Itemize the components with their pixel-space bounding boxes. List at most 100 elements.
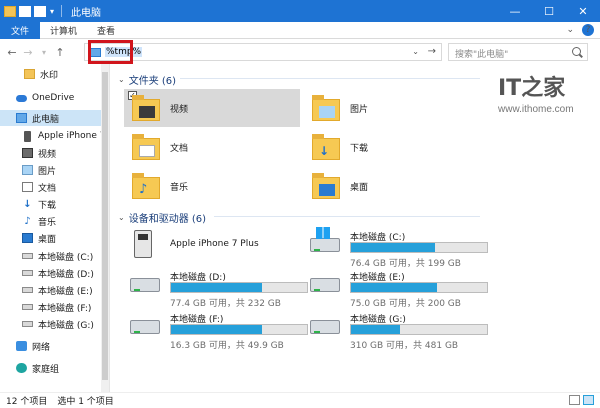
drive-usage-fill [171, 283, 263, 292]
tile-label: 视频 [170, 104, 189, 115]
customize-toolbar-icon[interactable]: ▾ [50, 7, 54, 16]
navigation-pane: 水印 OneDrive 此电脑 Apple iPhone 7 视频 图片 文档 … [0, 64, 110, 392]
file-explorer-window: ▾ 此电脑 — ☐ ✕ 文件 计算机 查看 ⌄ ? ← → ▾ ↑ %tmp% … [0, 0, 600, 408]
drive-icon [130, 278, 160, 292]
drive-c[interactable]: 本地磁盘 (C:) 76.4 GB 可用，共 199 GB [304, 226, 494, 269]
tab-view[interactable]: 查看 [87, 22, 125, 39]
folder-tile-videos[interactable]: ✓ 视频 [124, 89, 300, 127]
ribbon-right-controls: ⌄ ? [566, 24, 594, 36]
go-arrow-icon[interactable]: → [428, 46, 436, 57]
video-folder-icon [132, 95, 162, 121]
nav-item-drive-d[interactable]: 本地磁盘 (D:) [22, 265, 94, 281]
nav-item-documents[interactable]: 文档 [22, 179, 56, 195]
highlight-box [88, 40, 133, 64]
nav-item-this-pc[interactable]: 此电脑 [0, 110, 104, 126]
group-header-label: 文件夹 (6) [128, 76, 177, 87]
devices-group-header[interactable]: ⌄ 设备和驱动器 (6) [118, 210, 206, 225]
nav-item-iphone[interactable]: Apple iPhone 7 [22, 128, 105, 144]
close-button[interactable]: ✕ [566, 0, 600, 22]
nav-item-network[interactable]: 网络 [16, 338, 50, 354]
video-folder-icon [22, 148, 33, 158]
music-folder-icon: ♪ [132, 173, 162, 199]
nav-item-label: OneDrive [32, 93, 75, 103]
drive-icon [310, 320, 340, 334]
maximize-button[interactable]: ☐ [532, 0, 566, 22]
drive-d[interactable]: 本地磁盘 (D:) 77.4 GB 可用，共 232 GB [124, 266, 314, 309]
nav-item-drive-e[interactable]: 本地磁盘 (E:) [22, 282, 93, 298]
drive-e[interactable]: 本地磁盘 (E:) 75.0 GB 可用，共 200 GB [304, 266, 494, 309]
nav-item-desktop[interactable]: 桌面 [22, 230, 56, 246]
device-iphone[interactable]: Apple iPhone 7 Plus [124, 226, 304, 266]
nav-scrollbar-thumb[interactable] [102, 72, 108, 380]
nav-item-pictures[interactable]: 图片 [22, 162, 56, 178]
details-view-icon[interactable] [569, 395, 580, 405]
nav-item-label: 桌面 [38, 234, 57, 245]
recent-locations-icon[interactable]: ▾ [36, 48, 52, 57]
tiles-view-icon[interactable] [583, 395, 594, 405]
folder-tile-music[interactable]: ♪ 音乐 [124, 167, 300, 205]
nav-scrollbar[interactable] [101, 64, 109, 392]
nav-item-downloads[interactable]: ↓ 下载 [22, 196, 56, 212]
nav-item-label: 家庭组 [32, 364, 60, 375]
folder-tile-downloads[interactable]: ↓ 下载 [304, 128, 480, 166]
nav-item-label: 本地磁盘 (E:) [38, 286, 93, 297]
ribbon-tabs: 文件 计算机 查看 ⌄ ? [0, 21, 600, 39]
search-icon[interactable] [572, 47, 581, 56]
nav-item-drive-f[interactable]: 本地磁盘 (F:) [22, 299, 91, 315]
pc-icon [16, 113, 27, 123]
folders-group-header[interactable]: ⌄ 文件夹 (6) [118, 72, 176, 87]
nav-item-label: 图片 [38, 166, 57, 177]
tile-label: 桌面 [350, 182, 369, 193]
nav-item-drive-c[interactable]: 本地磁盘 (C:) [22, 248, 93, 264]
download-folder-icon: ↓ [312, 134, 342, 160]
address-dropdown-icon[interactable]: ⌄ [412, 47, 419, 56]
search-input[interactable]: 搜索"此电脑" [455, 47, 508, 60]
nav-item-label: 此电脑 [32, 114, 60, 125]
forward-arrow-icon[interactable]: → [20, 46, 36, 59]
folder-tile-documents[interactable]: 文档 [124, 128, 300, 166]
drive-usage-bar [170, 282, 308, 293]
nav-item-label: 本地磁盘 (C:) [38, 252, 94, 263]
search-box[interactable]: 搜索"此电脑" [448, 43, 588, 61]
tile-label: 音乐 [170, 182, 189, 193]
folder-icon [24, 69, 35, 79]
collapse-chevron-icon[interactable]: ⌄ [118, 75, 125, 84]
drive-g[interactable]: 本地磁盘 (G:) 310 GB 可用，共 481 GB [304, 308, 494, 351]
drive-usage-fill [171, 325, 263, 334]
properties-icon[interactable] [19, 5, 31, 17]
drive-icon [22, 287, 33, 293]
phone-icon [24, 130, 31, 142]
nav-item-watermark[interactable]: 水印 [24, 66, 58, 82]
folder-tile-pictures[interactable]: 图片 [304, 89, 480, 127]
title-bar: ▾ 此电脑 — ☐ ✕ [0, 0, 600, 22]
nav-item-onedrive[interactable]: OneDrive [16, 90, 74, 106]
nav-item-videos[interactable]: 视频 [22, 145, 56, 161]
help-icon[interactable]: ? [582, 24, 594, 36]
network-icon [16, 341, 27, 351]
back-arrow-icon[interactable]: ← [4, 46, 20, 59]
item-count: 12 个项目 [6, 397, 48, 407]
tile-label: 图片 [350, 104, 369, 115]
expand-ribbon-icon[interactable]: ⌄ [566, 25, 574, 35]
folder-tile-desktop[interactable]: 桌面 [304, 167, 480, 205]
tab-file[interactable]: 文件 [0, 21, 41, 39]
minimize-button[interactable]: — [498, 0, 532, 22]
nav-item-homegroup[interactable]: 家庭组 [16, 360, 59, 376]
new-folder-icon[interactable] [34, 5, 46, 17]
nav-item-label: 本地磁盘 (D:) [38, 269, 94, 280]
nav-item-drive-g[interactable]: 本地磁盘 (G:) [22, 316, 94, 332]
phone-icon [134, 230, 152, 258]
nav-item-label: 下载 [38, 200, 57, 211]
nav-item-music[interactable]: ♪ 音乐 [22, 213, 56, 229]
drive-f[interactable]: 本地磁盘 (F:) 16.3 GB 可用，共 49.9 GB [124, 308, 314, 351]
up-arrow-icon[interactable]: ↑ [52, 46, 68, 59]
drive-icon [130, 320, 160, 334]
pictures-folder-icon [312, 95, 342, 121]
drive-free-space: 16.3 GB 可用，共 49.9 GB [170, 341, 284, 351]
tab-computer[interactable]: 计算机 [40, 22, 87, 39]
collapse-chevron-icon[interactable]: ⌄ [118, 213, 125, 222]
status-bar: 12 个项目 选中 1 个项目 [0, 392, 600, 408]
address-bar[interactable]: %tmp% ⌄ → [84, 40, 442, 64]
drive-usage-bar [170, 324, 308, 335]
drive-usage-bar [350, 242, 488, 253]
